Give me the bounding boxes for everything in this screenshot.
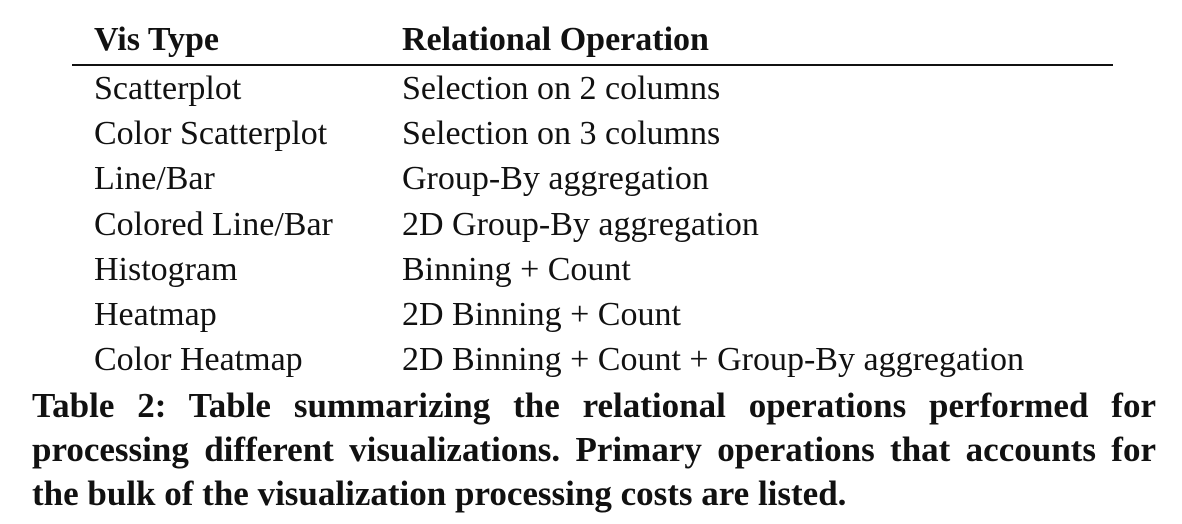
operation-cell: 2D Binning + Count + Group-By aggregatio… <box>402 341 1024 379</box>
operation-cell: 2D Binning + Count <box>402 296 681 334</box>
header-relational-operation: Relational Operation <box>402 21 709 58</box>
table-row: Histogram Binning + Count <box>72 247 1113 292</box>
operation-cell: Group-By aggregation <box>402 160 709 198</box>
vis-type-cell: Histogram <box>94 250 238 288</box>
vis-type-cell: Line/Bar <box>94 160 215 198</box>
vis-type-cell: Heatmap <box>94 296 217 334</box>
vis-type-cell: Colored Line/Bar <box>94 205 333 243</box>
table-row: Heatmap 2D Binning + Count <box>72 292 1113 337</box>
header-vis-type: Vis Type <box>94 21 220 58</box>
operation-cell: Binning + Count <box>402 250 631 288</box>
operation-cell: Selection on 2 columns <box>402 70 721 107</box>
vis-type-cell: Color Scatterplot <box>94 115 328 153</box>
vis-type-cell: Color Heatmap <box>94 341 303 379</box>
table-row: Color Scatterplot Selection on 3 columns <box>72 111 1113 156</box>
table-row: Colored Line/Bar 2D Group-By aggregation <box>72 202 1113 247</box>
table-row: Scatterplot Selection on 2 columns <box>72 65 1113 111</box>
operation-cell: Selection on 3 columns <box>402 115 721 153</box>
table-row: Color Heatmap 2D Binning + Count + Group… <box>72 337 1113 382</box>
vis-type-cell: Scatterplot <box>94 70 242 107</box>
summary-table: Vis Type Relational Operation Scatterplo… <box>72 18 1113 382</box>
operation-cell: 2D Group-By aggregation <box>402 205 759 243</box>
table-caption: Table 2: Table summarizing the relationa… <box>32 386 1156 513</box>
summary-table-container: Vis Type Relational Operation Scatterplo… <box>72 18 1113 382</box>
table-header-row: Vis Type Relational Operation <box>72 18 1113 65</box>
table-row: Line/Bar Group-By aggregation <box>72 156 1113 201</box>
